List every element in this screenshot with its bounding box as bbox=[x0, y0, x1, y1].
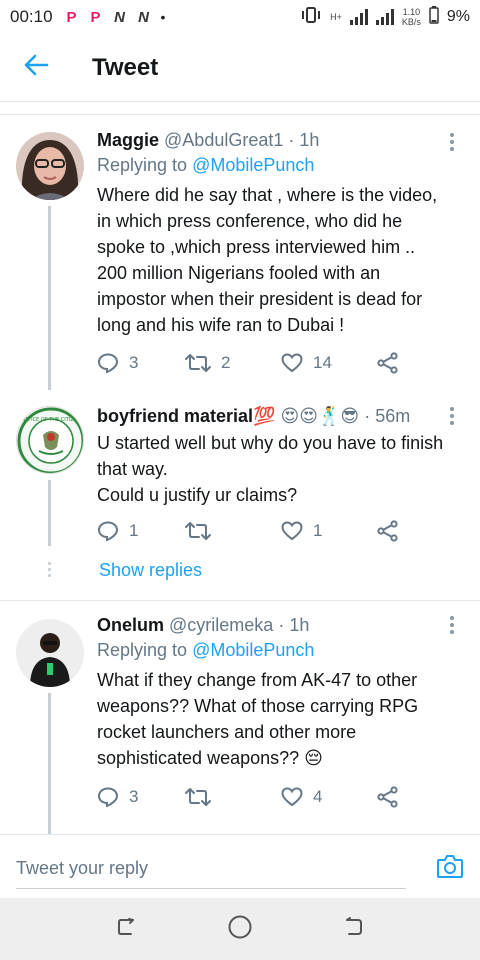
recent-apps-icon bbox=[115, 915, 139, 944]
arrow-left-icon bbox=[23, 54, 49, 81]
tweet-header: boyfriend material💯 😍😍🕺😎 · 56m bbox=[97, 404, 464, 428]
author-name[interactable]: Onelum bbox=[97, 615, 164, 635]
replying-to: Replying to @MobilePunch bbox=[97, 640, 315, 660]
avatar[interactable] bbox=[16, 132, 84, 200]
like-button[interactable]: 14 bbox=[281, 353, 377, 373]
more-options-button[interactable] bbox=[442, 130, 462, 154]
like-button[interactable]: 4 bbox=[281, 787, 377, 807]
tweet-time: 1h bbox=[289, 615, 310, 635]
app-header: Tweet bbox=[0, 34, 480, 102]
separator: · bbox=[278, 615, 285, 635]
replying-to: Replying to @MobilePunch bbox=[97, 155, 315, 175]
camera-icon bbox=[436, 855, 464, 883]
replying-to-link[interactable]: @MobilePunch bbox=[192, 155, 314, 175]
reply-icon bbox=[97, 521, 119, 541]
divider bbox=[0, 103, 480, 115]
battery-icon bbox=[429, 5, 439, 29]
reply-composer bbox=[0, 834, 480, 898]
signal-icon bbox=[349, 9, 368, 25]
thread-dots bbox=[48, 562, 51, 580]
thread-line bbox=[48, 693, 51, 834]
show-replies-link[interactable]: Show replies bbox=[99, 560, 202, 581]
tweet-item[interactable]: Maggie @AbdulGreat1 · 1h Replying to @Mo… bbox=[0, 116, 480, 390]
app-notification-icon: N bbox=[138, 8, 149, 26]
like-count: 4 bbox=[313, 787, 323, 806]
author-name[interactable]: Maggie bbox=[97, 130, 159, 150]
retweet-icon bbox=[185, 353, 211, 373]
system-nav-bar bbox=[0, 898, 480, 960]
tweet-time: 1h bbox=[299, 130, 320, 150]
reply-button[interactable]: 3 bbox=[97, 353, 185, 373]
heart-icon bbox=[281, 353, 303, 373]
signal-icon bbox=[375, 9, 394, 25]
status-time: 00:10 bbox=[10, 7, 53, 26]
share-button[interactable] bbox=[377, 352, 399, 374]
more-options-button[interactable] bbox=[442, 404, 462, 428]
replying-to-link[interactable]: @MobilePunch bbox=[192, 640, 314, 660]
retweet-count: 2 bbox=[221, 353, 231, 372]
thread-line bbox=[48, 206, 51, 390]
tweet-text: What if they change from AK-47 to other … bbox=[97, 670, 419, 768]
hundred-emoji: 💯 bbox=[253, 406, 276, 426]
share-button[interactable] bbox=[377, 786, 399, 808]
like-count: 1 bbox=[313, 521, 323, 540]
share-icon bbox=[377, 352, 399, 374]
reply-count: 1 bbox=[129, 521, 139, 540]
share-icon bbox=[377, 786, 399, 808]
retweet-button[interactable]: 2 bbox=[185, 353, 281, 373]
author-handle[interactable]: @AbdulGreat1 bbox=[164, 130, 283, 150]
retweet-button[interactable] bbox=[185, 521, 281, 541]
author-name[interactable]: boyfriend material bbox=[97, 406, 253, 426]
status-bar: 00:10 P P N N • H+ 1.10 KB/s 9% bbox=[0, 0, 480, 34]
retweet-icon bbox=[185, 787, 211, 807]
retweet-icon bbox=[185, 521, 211, 541]
heart-icon bbox=[281, 521, 303, 541]
tweet-item[interactable]: Onelum @cyrilemeka · 1h Replying to @Mob… bbox=[0, 601, 480, 834]
camera-button[interactable] bbox=[436, 853, 464, 884]
back-nav-icon bbox=[341, 915, 365, 944]
more-options-button[interactable] bbox=[442, 613, 462, 637]
heart-icon bbox=[281, 787, 303, 807]
data-speed: 1.10 KB/s bbox=[401, 7, 421, 27]
share-icon bbox=[377, 520, 399, 542]
avatar[interactable]: OFFICE OF THE CITIZEN bbox=[16, 406, 84, 474]
like-button[interactable]: 1 bbox=[281, 521, 377, 541]
tweet-header: Onelum @cyrilemeka · 1h bbox=[97, 613, 464, 637]
app-notification-icon: P bbox=[66, 8, 77, 26]
reply-button[interactable]: 3 bbox=[97, 787, 185, 807]
back-button[interactable] bbox=[0, 34, 72, 102]
page-title: Tweet bbox=[92, 53, 159, 81]
reply-icon bbox=[97, 353, 119, 373]
share-button[interactable] bbox=[377, 520, 399, 542]
tweet-item[interactable]: OFFICE OF THE CITIZEN boyfriend material… bbox=[0, 390, 480, 600]
recent-apps-button[interactable] bbox=[107, 909, 147, 949]
tweet-time: 56m bbox=[375, 406, 411, 426]
network-type: H+ bbox=[330, 12, 342, 22]
reply-button[interactable]: 1 bbox=[97, 521, 185, 541]
more-notifications-icon: • bbox=[160, 9, 166, 25]
name-emojis: 😍😍🕺😎 bbox=[280, 406, 360, 426]
vibrate-icon bbox=[300, 6, 322, 28]
battery-level: 9% bbox=[446, 8, 470, 25]
reply-count: 3 bbox=[129, 787, 139, 806]
tweet-text: U started well but why do you have to fi… bbox=[97, 433, 444, 505]
separator: · bbox=[364, 406, 371, 426]
tweet-text: Where did he say that , where is the vid… bbox=[97, 185, 438, 335]
reply-input[interactable] bbox=[16, 849, 406, 889]
app-notification-icon: P bbox=[90, 8, 101, 26]
reply-icon bbox=[97, 787, 119, 807]
app-notification-icon: N bbox=[114, 8, 125, 26]
svg-text:OFFICE OF THE CITIZEN: OFFICE OF THE CITIZEN bbox=[21, 417, 80, 423]
author-handle[interactable]: @cyrilemeka bbox=[169, 615, 273, 635]
like-count: 14 bbox=[313, 353, 332, 372]
thread-line bbox=[48, 480, 51, 546]
back-nav-button[interactable] bbox=[333, 909, 373, 949]
tweet-header: Maggie @AbdulGreat1 · 1h bbox=[97, 128, 464, 152]
home-icon bbox=[227, 914, 253, 945]
home-button[interactable] bbox=[220, 909, 260, 949]
avatar[interactable] bbox=[16, 619, 84, 687]
separator: · bbox=[288, 130, 295, 150]
reply-count: 3 bbox=[129, 353, 139, 372]
retweet-button[interactable] bbox=[185, 787, 281, 807]
